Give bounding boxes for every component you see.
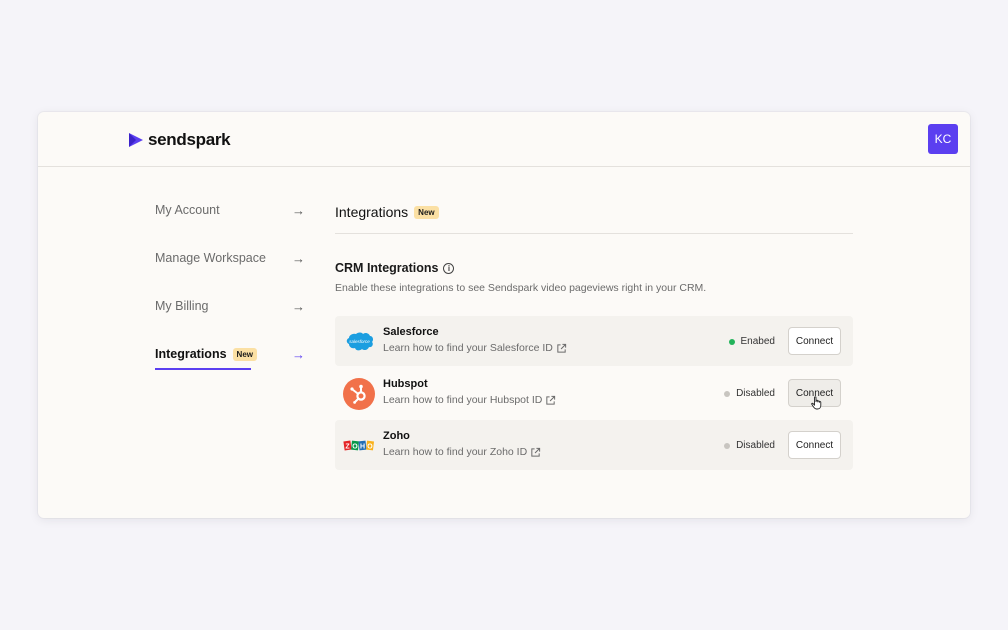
sidebar-item-integrations[interactable]: Integrations New → [155, 347, 305, 395]
sidebar-item-label: Integrations New [155, 347, 257, 362]
connect-button-salesforce[interactable]: Connect [788, 327, 841, 355]
svg-text:O: O [367, 444, 373, 451]
page-title: Integrations [335, 204, 409, 220]
integration-help-link-text: Learn how to find your Zoho ID [383, 446, 528, 458]
hubspot-logo-icon [343, 378, 375, 410]
salesforce-logo-text: salesforce [349, 339, 370, 344]
status-dot [724, 390, 731, 397]
arrow-right-icon: → [292, 203, 305, 218]
hand-cursor-icon [811, 396, 822, 410]
integration-help-link-text: Learn how to find your Hubspot ID [383, 394, 543, 406]
status-indicator: Disabled [724, 388, 775, 399]
arrow-right-icon: → [292, 347, 305, 362]
section-title-text: CRM Integrations [335, 261, 439, 275]
active-underline [155, 368, 251, 370]
sidebar-item-my-account[interactable]: My Account → [155, 203, 305, 251]
arrow-right-icon: → [292, 299, 305, 314]
integration-name: Hubspot [383, 378, 428, 390]
external-link-icon [546, 395, 556, 405]
sidebar-item-label: My Billing [155, 299, 209, 313]
section-title: CRM Integrations i [335, 261, 853, 275]
external-link-icon [531, 447, 541, 457]
integration-card-hubspot: Hubspot Learn how to find your Hubspot I… [335, 368, 853, 418]
integration-name: Zoho [383, 430, 410, 442]
section-description: Enable these integrations to see Sendspa… [335, 282, 707, 294]
integration-list: salesforce Salesforce Learn how to find … [335, 316, 853, 470]
integration-help-link[interactable]: Learn how to find your Salesforce ID [383, 342, 567, 354]
status-dot [724, 442, 731, 449]
settings-sidebar: My Account → Manage Workspace → My Billi… [155, 203, 305, 395]
status-text: Disabled [736, 440, 775, 451]
svg-text:Z: Z [345, 444, 350, 451]
new-badge: New [232, 348, 257, 362]
integration-help-link-text: Learn how to find your Salesforce ID [383, 342, 553, 354]
arrow-right-icon: → [292, 251, 305, 266]
integration-name: Salesforce [383, 326, 439, 338]
settings-window: sendspark KC My Account → Manage Workspa… [38, 112, 970, 518]
integration-card-salesforce: salesforce Salesforce Learn how to find … [335, 316, 853, 366]
svg-text:H: H [360, 444, 365, 451]
connect-button-zoho[interactable]: Connect [788, 431, 841, 459]
sendspark-logo[interactable]: sendspark [128, 130, 231, 150]
sidebar-item-text: Integrations [155, 347, 227, 361]
status-indicator: Enabed [728, 336, 775, 347]
sidebar-item-label: My Account [155, 203, 220, 217]
info-icon[interactable]: i [443, 262, 455, 274]
status-text: Disabled [736, 388, 775, 399]
zoho-logo-icon: Z O H O [343, 440, 375, 451]
integration-card-zoho: Z O H O Zoho Learn how to find your Zoho… [335, 420, 853, 470]
user-avatar[interactable]: KC [928, 124, 958, 154]
svg-text:O: O [352, 444, 358, 451]
external-link-icon [557, 343, 566, 353]
sidebar-item-manage-workspace[interactable]: Manage Workspace → [155, 251, 305, 299]
status-dot [728, 338, 735, 345]
integrations-panel: Integrations New CRM Integrations i Enab… [335, 204, 853, 470]
brand-name: sendspark [148, 130, 231, 149]
divider [335, 233, 853, 234]
top-bar: sendspark KC [38, 112, 970, 167]
sidebar-item-label: Manage Workspace [155, 251, 266, 265]
status-indicator: Disabled [724, 440, 775, 451]
integration-help-link[interactable]: Learn how to find your Zoho ID [383, 446, 541, 458]
sidebar-item-my-billing[interactable]: My Billing → [155, 299, 305, 347]
sendspark-play-icon [129, 133, 143, 147]
status-text: Enabed [740, 336, 775, 347]
salesforce-logo-icon: salesforce [346, 332, 374, 351]
page-header: Integrations New [335, 204, 853, 220]
new-badge: New [414, 205, 439, 219]
integration-help-link[interactable]: Learn how to find your Hubspot ID [383, 394, 556, 406]
